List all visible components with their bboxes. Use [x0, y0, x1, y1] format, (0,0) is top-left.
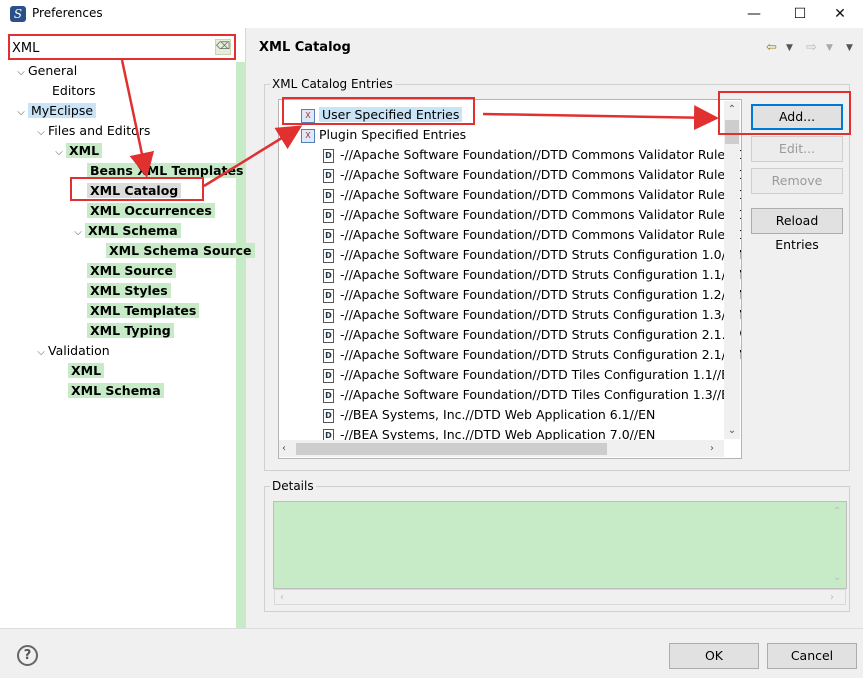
annotation-arrows	[120, 59, 719, 188]
arrow-filter-to-catalog	[120, 59, 155, 178]
arrow-entries-to-add	[482, 105, 719, 131]
arrow-catalog-to-entries	[203, 125, 303, 188]
